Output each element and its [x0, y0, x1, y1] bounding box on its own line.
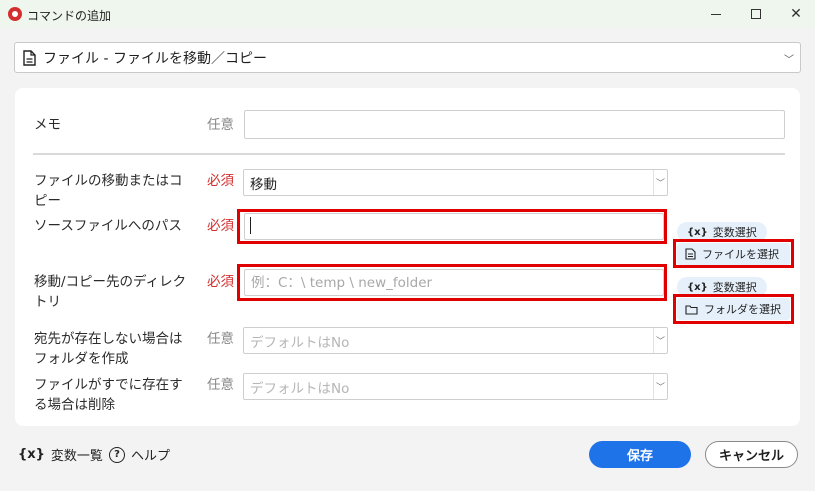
help-button[interactable]: ? ヘルプ	[109, 445, 170, 464]
save-button[interactable]: 保存	[589, 441, 691, 468]
memo-input[interactable]	[244, 110, 785, 139]
close-icon: ✕	[790, 6, 802, 22]
variable-icon: {x}	[687, 226, 708, 238]
minimize-button[interactable]	[696, 0, 736, 28]
create-folder-select[interactable]: デフォルトはNo ﹀	[243, 327, 668, 354]
source-path-highlight	[237, 209, 667, 244]
create-folder-label-line2: フォルダを作成	[34, 351, 129, 367]
folder-icon	[685, 304, 698, 315]
dest-dir-label-line1: 移動/コピー先のディレク	[34, 274, 187, 290]
title-bar: コマンドの追加 ✕	[0, 0, 815, 28]
variable-select-label: 変数選択	[712, 281, 757, 294]
source-path-required-badge: 必須	[207, 218, 234, 234]
variables-list-label: 変数一覧	[50, 449, 103, 464]
operation-label-line1: ファイルの移動またはコ	[34, 173, 183, 189]
folder-select-label: フォルダを選択	[704, 303, 781, 316]
chevron-down-icon: ﹀	[653, 328, 667, 353]
minimize-icon	[711, 13, 721, 15]
chevron-down-icon: ﹀	[784, 55, 794, 66]
create-folder-optional-badge: 任意	[207, 331, 234, 347]
variables-icon: {x}	[18, 447, 45, 462]
file-select-button[interactable]: ファイルを選択	[677, 243, 790, 265]
variable-select-label: 変数選択	[712, 226, 757, 239]
create-folder-label-line1: 宛先が存在しない場合は	[34, 331, 183, 347]
variable-icon: {x}	[687, 281, 708, 293]
file-select-label: ファイルを選択	[702, 248, 779, 261]
memo-label: メモ	[34, 117, 61, 133]
file-icon	[685, 248, 696, 260]
delete-existing-label-line1: ファイルがすでに存在す	[34, 377, 183, 393]
chevron-down-icon: ﹀	[653, 374, 667, 399]
maximize-button[interactable]	[736, 0, 776, 28]
operation-select[interactable]: 移動 ﹀	[243, 169, 668, 196]
source-path-label: ソースファイルへのパス	[34, 218, 182, 234]
help-icon: ?	[109, 446, 125, 463]
dest-dir-required-badge: 必須	[207, 274, 234, 290]
maximize-icon	[751, 9, 761, 19]
operation-required-badge: 必須	[207, 173, 234, 189]
cancel-button[interactable]: キャンセル	[705, 441, 798, 468]
operation-label-line2: ピー	[34, 193, 61, 209]
chevron-down-icon: ﹀	[653, 170, 667, 195]
operation-select-value: 移動	[250, 176, 277, 193]
delete-existing-optional-badge: 任意	[207, 377, 234, 393]
section-divider	[33, 153, 785, 155]
app-logo-icon	[8, 7, 22, 21]
delete-existing-select[interactable]: デフォルトはNo ﹀	[243, 373, 668, 400]
command-select-value: ファイル - ファイルを移動／コピー	[43, 50, 267, 67]
create-folder-select-value: デフォルトはNo	[250, 334, 350, 351]
dest-dir-label-line2: トリ	[34, 294, 61, 310]
delete-existing-select-value: デフォルトはNo	[250, 380, 350, 397]
memo-optional-badge: 任意	[207, 117, 234, 133]
command-select[interactable]: ファイル - ファイルを移動／コピー ﹀	[14, 42, 801, 73]
document-icon	[21, 49, 37, 67]
close-button[interactable]: ✕	[776, 0, 815, 28]
dest-dir-highlight	[237, 264, 667, 301]
folder-select-button[interactable]: フォルダを選択	[677, 298, 790, 320]
variables-list-button[interactable]: {x} 変数一覧	[18, 445, 103, 464]
help-label: ヘルプ	[131, 449, 171, 464]
window-title: コマンドの追加	[27, 9, 112, 23]
delete-existing-label-line2: る場合は削除	[34, 397, 115, 413]
